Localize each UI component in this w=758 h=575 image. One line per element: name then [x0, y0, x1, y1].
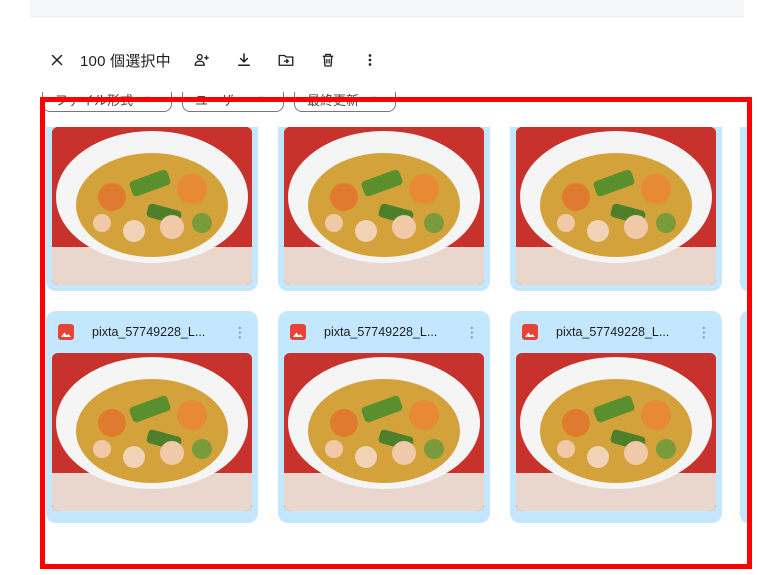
food-photo	[516, 127, 716, 285]
clear-selection-button[interactable]	[40, 43, 74, 77]
file-card[interactable]	[46, 127, 258, 291]
file-thumbnail	[516, 353, 716, 511]
file-thumbnail	[516, 127, 716, 285]
file-grid: pixta_57749228_L... ⋮ pixta_57749228_L..…	[42, 127, 750, 527]
filter-chips: ファイル形式 ▼ ユーザー ▼ 最終更新 ▼	[40, 92, 740, 126]
chevron-down-icon: ▼	[143, 94, 152, 104]
move-button[interactable]	[269, 43, 303, 77]
partial-file-card[interactable]	[740, 127, 750, 291]
chip-label: ファイル形式	[55, 92, 134, 108]
chevron-down-icon: ▼	[369, 94, 378, 104]
file-thumbnail	[52, 353, 252, 511]
food-photo	[52, 353, 252, 511]
filter-file-type-chip[interactable]: ファイル形式 ▼	[42, 92, 172, 112]
close-icon	[51, 54, 63, 66]
selection-count: 100 個選択中	[80, 52, 171, 70]
file-card[interactable]	[510, 127, 722, 291]
file-thumbnail	[284, 353, 484, 511]
add-person-icon	[194, 53, 209, 66]
move-to-folder-icon	[278, 54, 294, 66]
file-card[interactable]: pixta_57749228_L... ⋮	[278, 311, 490, 523]
more-actions-button[interactable]	[353, 43, 387, 77]
download-icon	[237, 53, 250, 66]
file-name: pixta_57749228_L...	[324, 325, 438, 339]
download-button[interactable]	[227, 43, 261, 77]
food-photo	[52, 127, 252, 285]
partial-file-card[interactable]	[740, 311, 750, 523]
food-photo	[284, 127, 484, 285]
more-vert-icon	[368, 54, 372, 66]
trash-icon	[322, 53, 334, 67]
image-file-icon	[522, 324, 538, 340]
delete-button[interactable]	[311, 43, 345, 77]
file-name: pixta_57749228_L...	[556, 325, 670, 339]
selection-toolbar: 100 個選択中	[40, 40, 700, 80]
file-card[interactable]: pixta_57749228_L... ⋮	[510, 311, 722, 523]
more-vert-icon[interactable]: ⋮	[230, 324, 250, 341]
filter-modified-chip[interactable]: 最終更新 ▼	[294, 92, 396, 112]
more-vert-icon[interactable]: ⋮	[462, 324, 482, 341]
file-card-header: pixta_57749228_L... ⋮	[510, 311, 722, 353]
share-button[interactable]	[185, 43, 219, 77]
file-card[interactable]	[278, 127, 490, 291]
file-card-header: pixta_57749228_L... ⋮	[46, 311, 258, 353]
food-photo	[516, 353, 716, 511]
more-vert-icon[interactable]: ⋮	[694, 324, 714, 341]
filter-user-chip[interactable]: ユーザー ▼	[182, 92, 284, 112]
chip-label: 最終更新	[307, 92, 360, 108]
file-name: pixta_57749228_L...	[92, 325, 206, 339]
chevron-down-icon: ▼	[256, 94, 266, 104]
food-photo	[284, 353, 484, 511]
image-file-icon	[290, 324, 306, 340]
file-thumbnail	[52, 127, 252, 285]
file-thumbnail	[284, 127, 484, 285]
left-gutter	[0, 0, 28, 575]
image-file-icon	[58, 324, 74, 340]
top-header-band	[30, 0, 744, 17]
chip-label: ユーザー	[195, 92, 247, 108]
file-card[interactable]: pixta_57749228_L... ⋮	[46, 311, 258, 523]
file-card-header: pixta_57749228_L... ⋮	[278, 311, 490, 353]
